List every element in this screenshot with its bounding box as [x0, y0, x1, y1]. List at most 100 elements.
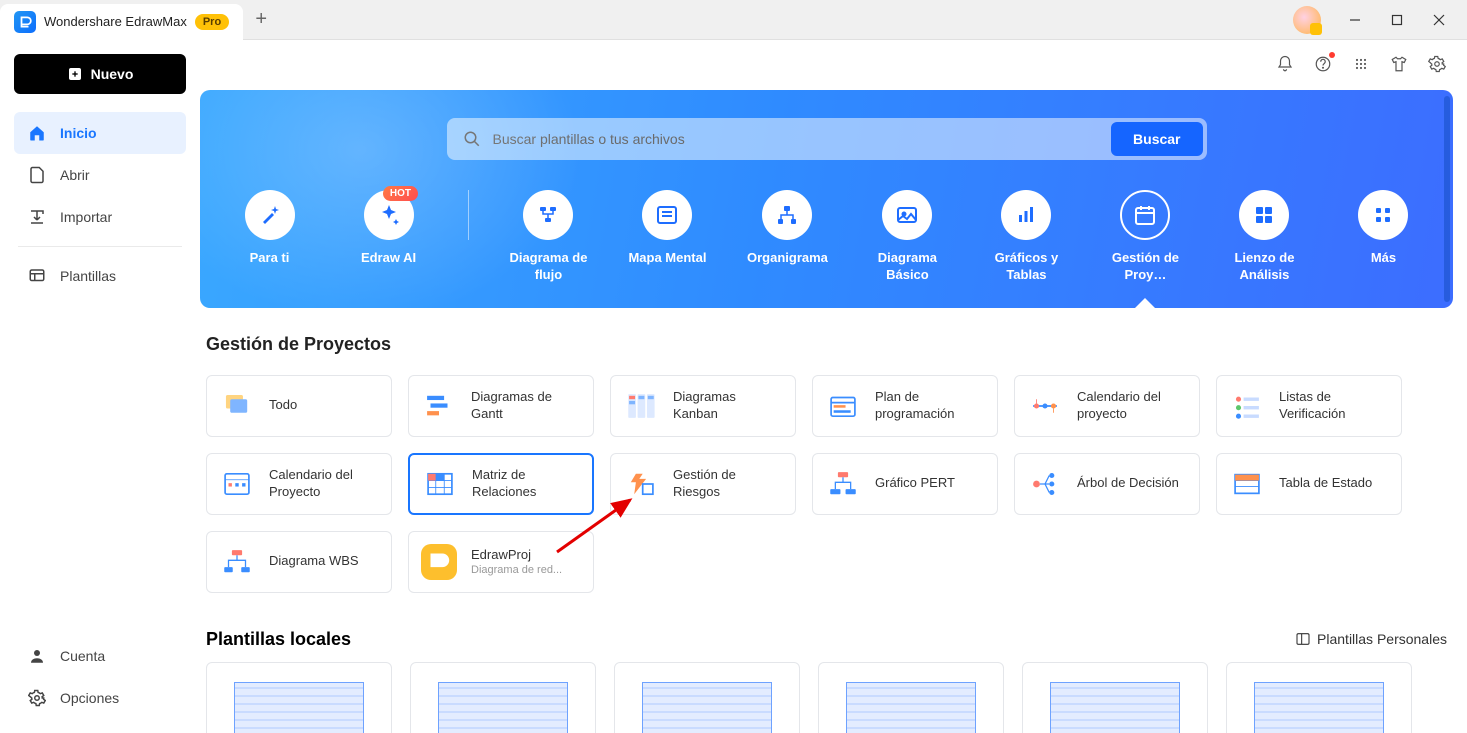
tile-schedule[interactable]: Plan de programación	[812, 375, 998, 437]
user-avatar[interactable]	[1293, 6, 1321, 34]
grid-icon	[1239, 190, 1289, 240]
risk-icon	[623, 466, 659, 502]
window-minimize-button[interactable]	[1335, 4, 1375, 36]
section-title: Gestión de Proyectos	[206, 334, 1447, 355]
hot-badge: HOT	[383, 186, 418, 201]
category-label: Diagrama Básico	[868, 250, 947, 284]
sidebar-item-label: Inicio	[60, 125, 97, 141]
tile-label: Diagramas de Gantt	[471, 389, 581, 423]
title-bar: Wondershare EdrawMax Pro +	[0, 0, 1467, 40]
category-flowchart[interactable]: Diagrama de flujo	[509, 190, 588, 284]
gantt-icon	[421, 388, 457, 424]
category-divider	[468, 190, 469, 240]
sidebar-item-templates[interactable]: Plantillas	[14, 255, 186, 297]
window-controls	[1293, 4, 1467, 36]
tile-grid: Todo Diagramas de Gantt Diagramas Kanban…	[206, 375, 1447, 593]
tile-risk-mgmt[interactable]: Gestión de Riesgos	[610, 453, 796, 515]
sidebar-item-account[interactable]: Cuenta	[14, 635, 186, 677]
tile-label: EdrawProj	[471, 547, 562, 564]
sidebar-item-home[interactable]: Inicio	[14, 112, 186, 154]
flowchart-icon	[523, 190, 573, 240]
category-edraw-ai[interactable]: HOT Edraw AI	[349, 190, 428, 284]
tile-edrawproj[interactable]: EdrawProjDiagrama de red...	[408, 531, 594, 593]
category-label: Organigrama	[747, 250, 828, 267]
layout-icon	[1295, 631, 1311, 647]
tile-label: Listas de Verificación	[1279, 389, 1389, 423]
template-thumbnail[interactable]	[1226, 662, 1412, 733]
category-mindmap[interactable]: Mapa Mental	[628, 190, 707, 284]
settings-icon[interactable]	[1427, 54, 1447, 74]
matrix-icon	[422, 466, 458, 502]
template-thumbnail[interactable]	[206, 662, 392, 733]
sidebar-item-label: Plantillas	[60, 268, 116, 284]
table-icon	[1229, 466, 1265, 502]
tile-label: Tabla de Estado	[1279, 475, 1372, 492]
tile-sublabel: Diagrama de red...	[471, 564, 562, 576]
template-thumbnail[interactable]	[818, 662, 1004, 733]
category-charts[interactable]: Gráficos y Tablas	[987, 190, 1066, 284]
pro-badge: Pro	[195, 14, 229, 30]
list-icon	[642, 190, 692, 240]
account-icon	[28, 647, 46, 665]
category-label: Edraw AI	[361, 250, 416, 267]
category-more[interactable]: Más	[1344, 190, 1423, 284]
template-thumbnail[interactable]	[410, 662, 596, 733]
app-tab[interactable]: Wondershare EdrawMax Pro	[0, 4, 243, 40]
tile-project-calendar[interactable]: Calendario del proyecto	[1014, 375, 1200, 437]
category-project-mgmt[interactable]: Gestión de Proy…	[1106, 190, 1185, 284]
sidebar-item-open[interactable]: Abrir	[14, 154, 186, 196]
tile-gantt[interactable]: Diagramas de Gantt	[408, 375, 594, 437]
local-title: Plantillas locales	[206, 629, 351, 650]
sidebar-item-import[interactable]: Importar	[14, 196, 186, 238]
sidebar-item-label: Abrir	[60, 167, 90, 183]
header-toolbar	[1275, 54, 1447, 74]
apps-icon[interactable]	[1351, 54, 1371, 74]
tile-state-table[interactable]: Tabla de Estado	[1216, 453, 1402, 515]
tile-relationship-matrix[interactable]: Matriz de Relaciones	[408, 453, 594, 515]
personal-templates-link[interactable]: Plantillas Personales	[1295, 631, 1447, 647]
category-canvas[interactable]: Lienzo de Análisis	[1225, 190, 1304, 284]
category-orgchart[interactable]: Organigrama	[747, 190, 828, 284]
category-label: Mapa Mental	[628, 250, 706, 267]
category-label: Diagrama de flujo	[509, 250, 588, 284]
category-para-ti[interactable]: Para ti	[230, 190, 309, 284]
tile-project-calendar2[interactable]: Calendario del Proyecto	[206, 453, 392, 515]
tile-checklists[interactable]: Listas de Verificación	[1216, 375, 1402, 437]
app-name: Wondershare EdrawMax	[44, 14, 187, 29]
tile-kanban[interactable]: Diagramas Kanban	[610, 375, 796, 437]
wbs-icon	[219, 544, 255, 580]
template-thumbnail[interactable]	[614, 662, 800, 733]
help-icon[interactable]	[1313, 54, 1333, 74]
add-tab-button[interactable]: +	[243, 2, 279, 38]
sidebar-item-options[interactable]: Opciones	[14, 677, 186, 719]
tile-wbs[interactable]: Diagrama WBS	[206, 531, 392, 593]
search-wrap: Buscar	[447, 118, 1207, 160]
stack-icon	[219, 388, 255, 424]
shirt-icon[interactable]	[1389, 54, 1409, 74]
tile-all[interactable]: Todo	[206, 375, 392, 437]
category-label: Gestión de Proy…	[1106, 250, 1185, 284]
category-basic-diagram[interactable]: Diagrama Básico	[868, 190, 947, 284]
gear-icon	[28, 689, 46, 707]
template-thumbnail[interactable]	[1022, 662, 1208, 733]
category-label: Gráficos y Tablas	[987, 250, 1066, 284]
window-close-button[interactable]	[1419, 4, 1459, 36]
bar-chart-icon	[1001, 190, 1051, 240]
tile-pert[interactable]: Gráfico PERT	[812, 453, 998, 515]
hero-scrollbar[interactable]	[1444, 96, 1450, 302]
new-label: Nuevo	[91, 66, 134, 82]
kanban-icon	[623, 388, 659, 424]
wand-icon	[245, 190, 295, 240]
timeline-icon	[1027, 388, 1063, 424]
window-maximize-button[interactable]	[1377, 4, 1417, 36]
personal-templates-label: Plantillas Personales	[1317, 631, 1447, 647]
home-icon	[28, 124, 46, 142]
search-button[interactable]: Buscar	[1111, 122, 1202, 156]
search-row: Buscar	[230, 118, 1423, 160]
plus-square-icon	[67, 66, 83, 82]
new-button[interactable]: Nuevo	[14, 54, 186, 94]
tile-decision-tree[interactable]: Árbol de Decisión	[1014, 453, 1200, 515]
search-input[interactable]	[493, 131, 1100, 147]
bell-icon[interactable]	[1275, 54, 1295, 74]
category-label: Más	[1371, 250, 1396, 267]
